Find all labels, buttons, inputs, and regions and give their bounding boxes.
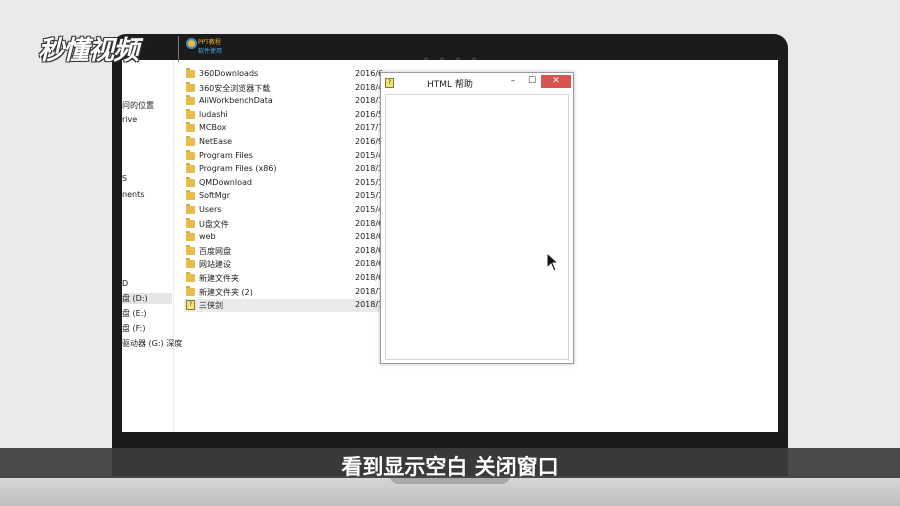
html-help-window: ? HTML 帮助 – ☐ ✕ — [380, 72, 574, 364]
subtitle-bar: 看到显示空白 关闭窗口 — [0, 448, 900, 479]
badge-icon — [186, 38, 197, 49]
file-name: 网站建设 — [199, 260, 231, 270]
folder-icon — [186, 285, 195, 296]
file-name: Users — [199, 205, 222, 214]
nav-item[interactable]: rive — [122, 115, 137, 124]
badge-line1: PPT教程 — [198, 39, 221, 46]
file-date: 2015/4 — [355, 150, 384, 160]
folder-icon — [186, 108, 195, 119]
file-name: web — [199, 232, 216, 242]
help-content-area[interactable] — [385, 94, 569, 360]
file-date: 2017/7 — [355, 123, 384, 133]
file-date: 2018/7 — [355, 286, 384, 296]
nav-item-drive-g[interactable]: 驱动器 (G:) 深度 — [122, 338, 182, 349]
explorer-nav-pane: 问的位置 rive S nents D 盘 (D:) 盘 (E:) 盘 (F:)… — [122, 60, 182, 432]
file-date: 2015/1 — [355, 191, 384, 201]
file-name: Program Files — [199, 150, 253, 160]
folder-icon — [186, 122, 195, 133]
folder-icon — [186, 217, 195, 228]
file-date: 2018/6 — [355, 218, 384, 228]
file-name: SoftMgr — [199, 191, 231, 201]
close-button[interactable]: ✕ — [541, 75, 571, 88]
screen: 问的位置 rive S nents D 盘 (D:) 盘 (E:) 盘 (F:)… — [122, 60, 778, 432]
folder-icon — [186, 204, 195, 214]
folder-icon — [186, 272, 195, 282]
folder-icon — [186, 95, 195, 106]
folder-icon — [186, 81, 195, 92]
folder-icon — [186, 244, 195, 255]
folder-icon — [186, 136, 195, 146]
file-date: 2018/4 — [355, 82, 384, 92]
nav-item[interactable]: D — [122, 279, 128, 288]
file-name: 360Downloads — [199, 69, 259, 78]
minimize-button[interactable]: – — [505, 75, 521, 88]
file-name: 360安全浏览器下载 — [199, 83, 271, 93]
file-date: 2016/5 — [355, 109, 384, 119]
file-name: QMDownload — [199, 177, 252, 187]
file-name: 百度网盘 — [199, 246, 231, 256]
file-name: Program Files (x86) — [199, 164, 277, 174]
file-date: 2018/7 — [355, 300, 384, 310]
file-name: AliWorkbenchData — [199, 96, 273, 106]
file-name: 新建文件夹 — [199, 274, 239, 283]
nav-item-drive-d[interactable]: 盘 (D:) — [122, 293, 172, 304]
file-date: 2018/3 — [355, 164, 384, 174]
file-date: 2015/1 — [355, 177, 384, 187]
file-name: MCBox — [199, 123, 227, 133]
brand-logo: 秒懂视频 — [38, 36, 139, 66]
file-name: NetEase — [199, 137, 233, 146]
help-app-icon: ? — [385, 78, 394, 88]
file-name: 三侠剑 — [199, 301, 223, 311]
help-titlebar[interactable]: ? HTML 帮助 – ☐ ✕ — [381, 73, 573, 93]
chm-file-icon: ? — [186, 300, 195, 311]
maximize-button[interactable]: ☐ — [524, 75, 540, 88]
nav-item[interactable]: nents — [122, 190, 144, 199]
folder-icon — [186, 231, 195, 242]
badge-line2: 软件使用 — [198, 48, 223, 55]
file-date: 2018/6 — [355, 245, 384, 255]
folder-icon — [186, 258, 195, 269]
subtitle-text: 看到显示空白 关闭窗口 — [341, 455, 559, 479]
file-date: 2018/6 — [355, 232, 384, 242]
file-name: U盘文件 — [199, 219, 229, 229]
nav-item-drive-f[interactable]: 盘 (F:) — [122, 323, 145, 334]
file-name: 新建文件夹 (2) — [199, 287, 253, 297]
nav-item[interactable]: S — [122, 174, 127, 183]
file-date: 2018/6 — [355, 273, 384, 282]
file-date: 2018/6 — [355, 259, 384, 269]
folder-icon — [186, 190, 195, 201]
file-date: 2018/7 — [355, 96, 384, 106]
nav-item[interactable]: 问的位置 — [122, 100, 154, 111]
file-date: 2016/9 — [355, 137, 384, 146]
logo-divider — [178, 36, 179, 62]
file-name: ludashi — [199, 109, 228, 119]
help-window-title: HTML 帮助 — [427, 80, 473, 90]
mouse-cursor-icon — [546, 252, 560, 272]
folder-icon — [186, 176, 195, 187]
brand-badge: PPT教程 软件使用 — [186, 36, 242, 58]
file-date: 2015/4 — [355, 205, 384, 214]
file-date: 2016/6 — [355, 69, 384, 78]
folder-icon — [186, 149, 195, 160]
folder-icon — [186, 163, 195, 174]
nav-item-drive-e[interactable]: 盘 (E:) — [122, 308, 147, 319]
folder-icon — [186, 68, 195, 78]
